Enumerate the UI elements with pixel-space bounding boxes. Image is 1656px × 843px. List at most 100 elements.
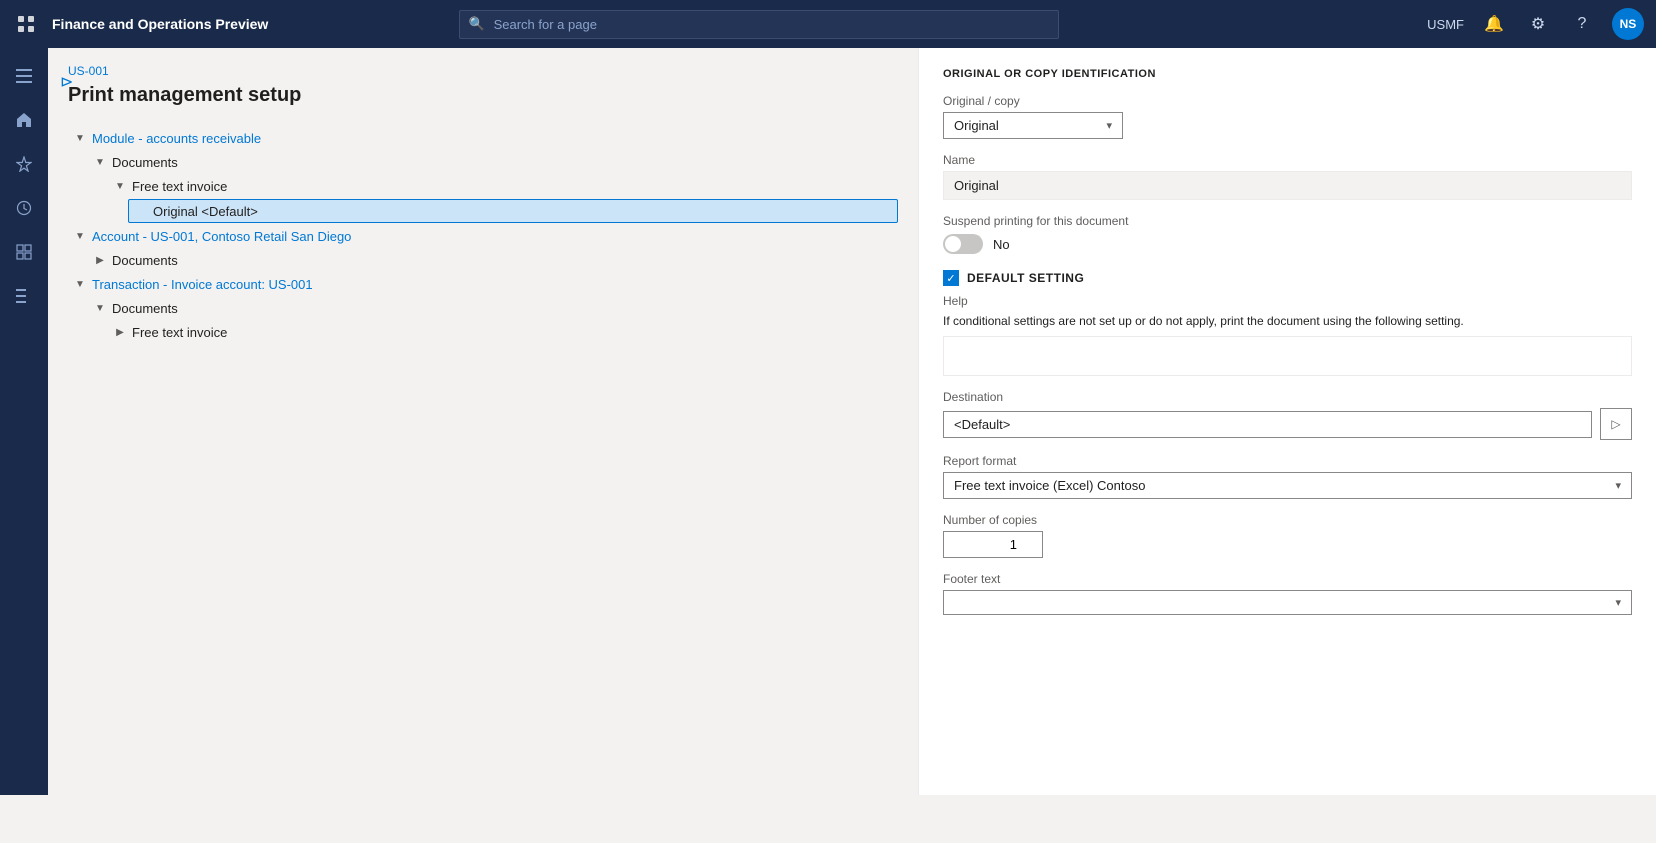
destination-navigate-button[interactable]: ▷ [1600,408,1632,440]
tree-label-documents2: Documents [112,253,178,268]
tree-row-documents3[interactable]: ▼ Documents [88,297,898,319]
left-sidebar [0,48,48,795]
tree-row-documents1[interactable]: ▼ Documents [88,151,898,173]
top-navigation: Finance and Operations Preview 🔍 USMF 🔔 … [0,0,1656,48]
help-label: Help [943,294,1632,308]
toggle-knob [945,236,961,252]
label-suspend-printing: Suspend printing for this document [943,214,1632,228]
tree-toggle-account: ▼ [72,228,88,244]
label-number-copies: Number of copies [943,513,1632,527]
tree-row-account[interactable]: ▼ Account - US-001, Contoso Retail San D… [68,225,898,247]
tree-item-free-text2: ▶ Free text invoice [108,321,898,343]
sidebar-item-modules[interactable] [4,276,44,316]
tree-row-transaction[interactable]: ▼ Transaction - Invoice account: US-001 [68,273,898,295]
tree-toggle-free-text: ▼ [112,178,128,194]
sidebar-item-recent[interactable] [4,188,44,228]
default-setting-checkbox[interactable]: ✓ [943,270,959,286]
right-panel: ORIGINAL OR COPY IDENTIFICATION Original… [918,48,1656,795]
tree-children-module: ▼ Documents ▼ Free text invoice [68,151,898,223]
dropdown-footer-text[interactable]: ▾ [943,590,1632,615]
breadcrumb: US-001 [68,64,898,78]
chevron-down-icon-report: ▾ [1615,479,1621,492]
tree-item-account: ▼ Account - US-001, Contoso Retail San D… [68,225,898,271]
tree-label-account: Account - US-001, Contoso Retail San Die… [92,229,351,244]
page-title: Print management setup [68,84,898,107]
app-title: Finance and Operations Preview [52,16,268,32]
sidebar-item-menu[interactable] [4,56,44,96]
help-text: If conditional settings are not set up o… [943,314,1632,328]
label-name: Name [943,153,1632,167]
dropdown-report-format[interactable]: Free text invoice (Excel) Contoso ▾ [943,472,1632,499]
suspend-printing-row: No [943,234,1632,254]
left-panel: US-001 Print management setup ⊳ ▼ Module… [48,48,918,795]
tree-row-free-text-invoice[interactable]: ▼ Free text invoice [108,175,898,197]
section-title-original-copy: ORIGINAL OR COPY IDENTIFICATION [943,68,1632,80]
search-icon: 🔍 [469,16,485,32]
tree-children-documents3: ▶ Free text invoice [88,321,898,343]
tree-item-transaction: ▼ Transaction - Invoice account: US-001 … [68,273,898,343]
tree-label-module: Module - accounts receivable [92,131,261,146]
tree-toggle-original [133,203,149,219]
label-footer-text: Footer text [943,572,1632,586]
tree-toggle-free-text2: ▶ [112,324,128,340]
search-container: 🔍 [459,10,1059,39]
env-label: USMF [1427,17,1464,32]
tree-label-free-text2: Free text invoice [132,325,227,340]
tree-row-documents2[interactable]: ▶ Documents [88,249,898,271]
tree-children-documents1: ▼ Free text invoice Original <Default> [88,175,898,223]
number-of-copies-input[interactable] [943,531,1043,558]
chevron-down-icon: ▾ [1106,119,1112,132]
settings-button[interactable]: ⚙ [1524,10,1552,38]
default-setting-row: ✓ DEFAULT SETTING [943,270,1632,286]
suspend-printing-label: No [993,237,1010,252]
help-button[interactable]: ? [1568,10,1596,38]
tree-label-free-text: Free text invoice [132,179,227,194]
tree-label-transaction: Transaction - Invoice account: US-001 [92,277,313,292]
main-content: US-001 Print management setup ⊳ ▼ Module… [48,48,1656,795]
dropdown-value-report-format: Free text invoice (Excel) Contoso [954,478,1145,493]
tree-item-original-default: Original <Default> [128,199,898,223]
label-original-copy: Original / copy [943,94,1632,108]
tree-children-account: ▶ Documents [68,249,898,271]
tree-children-transaction: ▼ Documents ▶ Free text invoice [68,297,898,343]
notifications-button[interactable]: 🔔 [1480,10,1508,38]
checkmark-icon: ✓ [946,272,955,285]
help-content-box [943,336,1632,376]
tree-row-module[interactable]: ▼ Module - accounts receivable [68,127,898,149]
tree-toggle-module: ▼ [72,130,88,146]
navigate-icon: ▷ [1611,417,1620,431]
tree-toggle-documents1: ▼ [92,154,108,170]
destination-row: <Default> ▷ [943,408,1632,440]
destination-field[interactable]: <Default> [943,411,1592,438]
nav-right-section: USMF 🔔 ⚙ ? NS [1427,8,1644,40]
filter-icon[interactable]: ⊳ [60,72,73,92]
grid-menu-button[interactable] [12,10,40,38]
tree-label-documents1: Documents [112,155,178,170]
tree-row-original-default[interactable]: Original <Default> [128,199,898,223]
tree-toggle-transaction: ▼ [72,276,88,292]
tree-toggle-documents3: ▼ [92,300,108,316]
default-setting-label: DEFAULT SETTING [967,271,1084,285]
suspend-printing-toggle[interactable] [943,234,983,254]
tree-item-documents2: ▶ Documents [88,249,898,271]
tree-item-module: ▼ Module - accounts receivable ▼ Documen… [68,127,898,223]
tree-item-documents1: ▼ Documents ▼ Free text invoice [88,151,898,223]
tree-label-original-default: Original <Default> [153,204,258,219]
sidebar-item-favorites[interactable] [4,144,44,184]
tree-children-free-text: Original <Default> [108,199,898,223]
dropdown-original-copy[interactable]: Original ▾ [943,112,1123,139]
dropdown-value-original-copy: Original [954,118,999,133]
chevron-down-icon-footer: ▾ [1615,596,1621,609]
search-input[interactable] [459,10,1059,39]
tree-label-documents3: Documents [112,301,178,316]
sidebar-item-workspaces[interactable] [4,232,44,272]
sidebar-item-home[interactable] [4,100,44,140]
avatar[interactable]: NS [1612,8,1644,40]
tree-item-documents3: ▼ Documents ▶ Free text invoice [88,297,898,343]
tree-root: ▼ Module - accounts receivable ▼ Documen… [68,127,898,343]
tree-item-free-text-invoice: ▼ Free text invoice Original <Default> [108,175,898,223]
tree-row-free-text2[interactable]: ▶ Free text invoice [108,321,898,343]
name-field: Original [943,171,1632,200]
tree-toggle-documents2: ▶ [92,252,108,268]
label-report-format: Report format [943,454,1632,468]
